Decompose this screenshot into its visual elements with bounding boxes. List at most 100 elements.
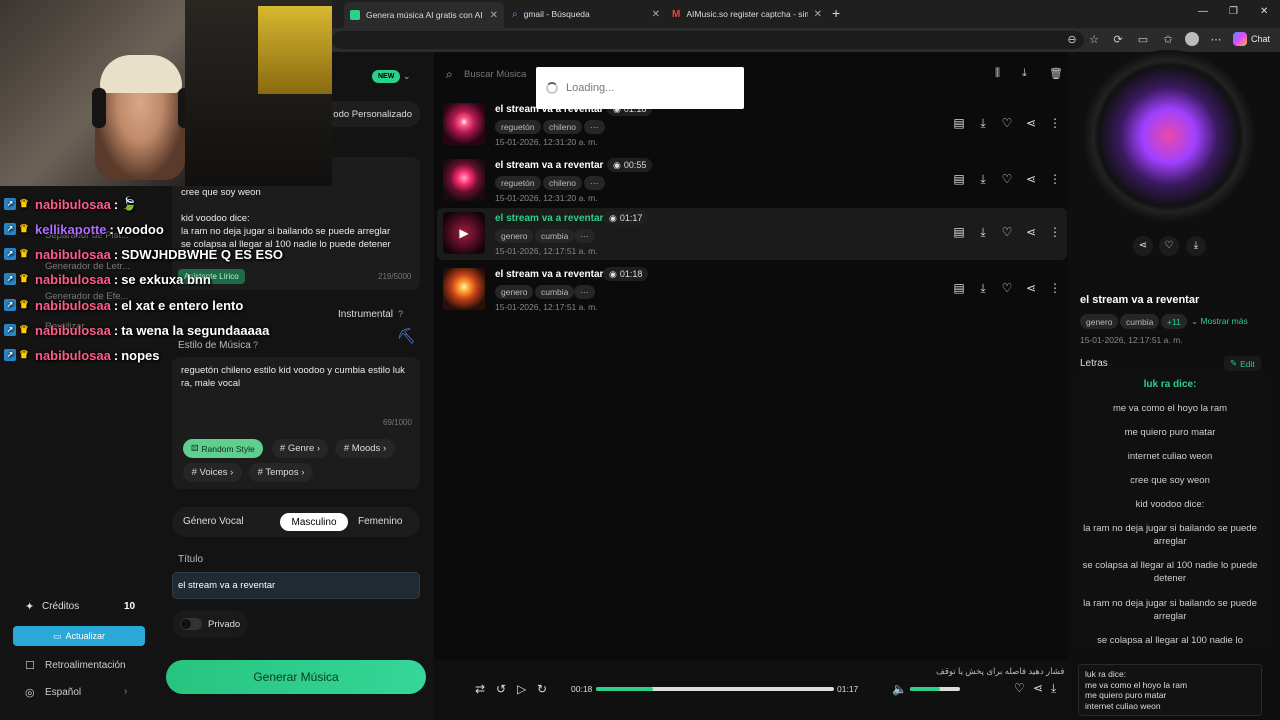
- download-icon[interactable]: ⤓: [975, 172, 991, 187]
- language-select[interactable]: Español: [45, 687, 81, 698]
- lyrics-icon[interactable]: ▤: [951, 225, 967, 239]
- detail-tag-count[interactable]: +11: [1161, 314, 1187, 329]
- help-icon[interactable]: ?: [253, 340, 258, 350]
- masculine-option[interactable]: Masculino: [280, 513, 348, 531]
- copilot-button[interactable]: Chat: [1233, 32, 1270, 46]
- private-toggle[interactable]: [180, 618, 202, 630]
- share-icon[interactable]: ⋖: [1033, 681, 1043, 695]
- lyrics-icon[interactable]: ▤: [951, 281, 967, 295]
- upgrade-button[interactable]: ▭ Actualizar: [13, 626, 145, 646]
- download-icon[interactable]: ⤓: [975, 281, 991, 296]
- share-icon[interactable]: ⋖: [1023, 281, 1039, 295]
- reader-icon[interactable]: ⊖: [1065, 33, 1079, 46]
- more-options-icon[interactable]: ⋮: [1047, 281, 1063, 295]
- chevron-down-icon[interactable]: ⌄: [403, 71, 411, 82]
- download-icon[interactable]: ⤓: [1186, 236, 1206, 256]
- tab-gmail-search[interactable]: ⌕ gmail - Búsqueda ✕: [506, 4, 666, 24]
- trash-icon[interactable]: 🗑: [1049, 67, 1063, 80]
- extension-icon[interactable]: ⟳: [1111, 33, 1125, 46]
- rewind-icon[interactable]: ↺: [496, 682, 506, 696]
- moods-chip[interactable]: # Moods ›: [335, 439, 395, 458]
- show-more-link[interactable]: ⌄ Mostrar más: [1191, 316, 1248, 327]
- split-screen-icon[interactable]: ▭: [1136, 33, 1150, 46]
- profile-avatar[interactable]: [1185, 32, 1199, 46]
- song-tag[interactable]: reguetón: [495, 120, 541, 134]
- more-tags[interactable]: ···: [584, 176, 605, 190]
- close-tab-icon[interactable]: ✕: [490, 10, 498, 21]
- song-tag[interactable]: cumbia: [535, 229, 575, 243]
- share-icon[interactable]: ⋖: [1023, 225, 1039, 239]
- more-options-icon[interactable]: ⋮: [1047, 172, 1063, 186]
- download-all-icon[interactable]: ⤓: [1022, 67, 1027, 80]
- song-row[interactable]: el stream va a reventar ◉01:18 reguetón …: [437, 99, 1067, 151]
- heart-icon[interactable]: ♡: [999, 116, 1015, 130]
- eye-icon: ◉: [609, 212, 617, 223]
- random-style-button[interactable]: ⚄ Random Style: [183, 439, 263, 458]
- feminine-option[interactable]: Femenino: [358, 516, 402, 527]
- favorites-icon[interactable]: ✩: [1161, 33, 1175, 46]
- play-icon[interactable]: ▶: [443, 212, 485, 254]
- library-icon[interactable]: ⫼: [995, 67, 1000, 80]
- favorite-star-icon[interactable]: ☆: [1087, 33, 1101, 46]
- song-tag[interactable]: genero: [495, 285, 534, 299]
- volume-icon[interactable]: 🔈: [892, 682, 907, 696]
- close-tab-icon[interactable]: ✕: [652, 9, 660, 20]
- more-options-icon[interactable]: ⋮: [1047, 225, 1063, 239]
- more-menu-icon[interactable]: ⋯: [1209, 33, 1223, 46]
- close-window-button[interactable]: ✕: [1260, 6, 1268, 17]
- song-row[interactable]: el stream va a reventar ◉ 01:18 genero cu…: [437, 264, 1067, 316]
- download-icon[interactable]: ⤓: [975, 116, 991, 131]
- search-input[interactable]: Buscar Música: [464, 69, 526, 80]
- lyrics-icon[interactable]: ▤: [951, 172, 967, 186]
- heart-icon[interactable]: ♡: [999, 281, 1015, 295]
- credits-icon: ✦: [25, 601, 35, 613]
- instrumental-label: Instrumental: [338, 309, 394, 320]
- new-tab-button[interactable]: +: [832, 5, 840, 21]
- lyrics-text: cree que soy weon kid voodoo dice: la ra…: [181, 187, 391, 250]
- tab-captcha[interactable]: M AIMusic.so register captcha - simo ✕: [666, 4, 828, 24]
- song-tag[interactable]: genero: [495, 229, 534, 243]
- help-icon[interactable]: ?: [398, 309, 403, 319]
- url-field[interactable]: [332, 31, 1084, 49]
- minimize-button[interactable]: —: [1198, 6, 1208, 17]
- genre-chip[interactable]: # Genre ›: [272, 439, 328, 458]
- tab-aimusic[interactable]: Genera música AI gratis con AI Mu ✕: [344, 2, 504, 28]
- repeat-icon[interactable]: ⇄: [475, 682, 485, 696]
- voices-chip[interactable]: # Voices ›: [183, 463, 242, 482]
- share-icon[interactable]: ⋖: [1023, 172, 1039, 186]
- detail-tag[interactable]: genero: [1080, 314, 1119, 329]
- more-tags[interactable]: ···: [584, 120, 605, 134]
- share-icon[interactable]: ⋖: [1133, 236, 1153, 256]
- close-tab-icon[interactable]: ✕: [814, 9, 822, 20]
- download-icon[interactable]: ⤓: [1051, 681, 1056, 696]
- forward-icon[interactable]: ↻: [537, 682, 547, 696]
- song-row-selected[interactable]: ▶ el stream va a reventar ◉ 01:17 genero …: [437, 208, 1067, 260]
- edit-lyrics-button[interactable]: ✎ Edit: [1224, 356, 1261, 371]
- heart-icon[interactable]: ♡: [999, 172, 1015, 186]
- chat-message: ↗ ♛ nabibulosaa: 🍃: [4, 194, 137, 214]
- heart-icon[interactable]: ♡: [1014, 681, 1025, 695]
- detail-tag[interactable]: cumbia: [1120, 314, 1160, 329]
- maximize-button[interactable]: ❐: [1229, 6, 1238, 17]
- more-options-icon[interactable]: ⋮: [1047, 116, 1063, 130]
- song-row[interactable]: el stream va a reventar ◉ 00:55 reguetón …: [437, 155, 1067, 207]
- feedback-link[interactable]: Retroalimentación: [45, 660, 126, 671]
- more-tags[interactable]: ···: [574, 285, 595, 299]
- heart-icon[interactable]: ♡: [1159, 236, 1179, 256]
- progress-track[interactable]: [596, 687, 834, 691]
- song-tag[interactable]: reguetón: [495, 176, 541, 190]
- song-tag[interactable]: cumbia: [535, 285, 575, 299]
- song-tag[interactable]: chileno: [543, 176, 582, 190]
- generate-music-button[interactable]: Generar Música: [166, 660, 426, 694]
- play-button[interactable]: ▷: [517, 682, 526, 696]
- song-tag[interactable]: chileno: [543, 120, 582, 134]
- download-icon[interactable]: ⤓: [975, 225, 991, 240]
- heart-icon[interactable]: ♡: [999, 225, 1015, 239]
- lyrics-line: cree que soy weon: [1130, 475, 1210, 486]
- lyrics-icon[interactable]: ▤: [951, 116, 967, 130]
- more-tags[interactable]: ···: [574, 229, 595, 243]
- style-text: reguetón chileno estilo kid voodoo y cum…: [181, 365, 405, 389]
- share-icon[interactable]: ⋖: [1023, 116, 1039, 130]
- volume-slider[interactable]: [910, 687, 960, 691]
- tempos-chip[interactable]: # Tempos ›: [249, 463, 313, 482]
